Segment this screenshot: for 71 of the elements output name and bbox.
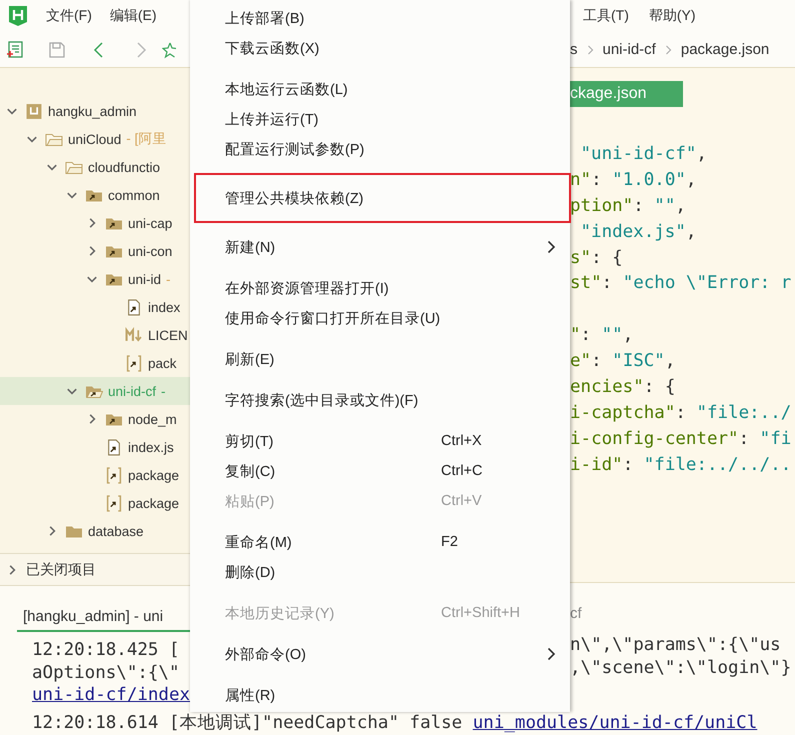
menu-item[interactable]: 在外部资源管理器打开(I) bbox=[190, 273, 570, 303]
breadcrumb-item[interactable]: uni-id-cf bbox=[602, 41, 656, 58]
code-line: st": "echo \"Error: r bbox=[570, 272, 792, 296]
breadcrumb-item[interactable]: s bbox=[570, 41, 578, 58]
breadcrumb-separator-icon bbox=[586, 44, 594, 54]
code-line: ption": "", bbox=[570, 194, 687, 218]
file-link[interactable]: uni_modules/uni-id-cf/uniCl bbox=[472, 713, 758, 733]
file-icon bbox=[125, 298, 143, 316]
tree-item[interactable]: common bbox=[0, 181, 190, 209]
tree-item[interactable]: cloudfunctio bbox=[0, 153, 190, 181]
breadcrumb-item[interactable]: package.json bbox=[680, 41, 770, 58]
tree-item[interactable]: package bbox=[0, 461, 190, 489]
file-icon bbox=[125, 354, 143, 372]
tree-item[interactable]: index bbox=[0, 293, 190, 321]
file-link[interactable]: uni-id-cf/index bbox=[32, 685, 190, 705]
menu-item[interactable]: 帮助(Y) bbox=[648, 7, 696, 25]
code-line: i-id": "file:../../.. bbox=[570, 454, 792, 477]
console-tab[interactable]: cf bbox=[570, 600, 795, 627]
code-line: s": { bbox=[570, 246, 624, 270]
code-line: n": "1.0.0", bbox=[570, 168, 698, 192]
code-line: i-captcha": "file:../ bbox=[570, 402, 792, 425]
tree-item[interactable]: uni-cap bbox=[0, 209, 190, 237]
menu-item[interactable]: 刷新(E) bbox=[190, 344, 570, 374]
menu-item[interactable]: 使用命令行窗口打开所在目录(U) bbox=[190, 303, 570, 333]
app-logo bbox=[8, 5, 28, 27]
tree-item[interactable]: uniCloud - [阿里 bbox=[0, 125, 190, 153]
tree-item[interactable]: hangku_admin bbox=[0, 97, 190, 125]
star-icon[interactable] bbox=[162, 40, 176, 58]
tree-item[interactable]: database bbox=[0, 517, 190, 545]
code-line: ": "", bbox=[570, 324, 634, 348]
menu-item[interactable]: 文件(F) bbox=[46, 7, 92, 25]
menu-item[interactable]: 编辑(E) bbox=[110, 7, 157, 25]
file-icon bbox=[105, 466, 123, 484]
file-icon bbox=[105, 494, 123, 512]
tree-item[interactable]: LICEN bbox=[0, 321, 190, 349]
log-text: 12:20:18.425 [ bbox=[32, 640, 180, 660]
code-line: encies": { bbox=[570, 376, 676, 400]
menu-item[interactable]: 删除(D) bbox=[190, 557, 570, 587]
menu-item[interactable]: 下载云函数(X) bbox=[190, 33, 570, 63]
new-file-icon[interactable] bbox=[6, 40, 24, 58]
menu-item[interactable]: 字符搜索(选中目录或文件)(F) bbox=[190, 385, 570, 415]
menu-item[interactable]: 工具(T) bbox=[583, 7, 629, 25]
menu-item[interactable]: 管理公共模块依赖(Z) bbox=[196, 183, 569, 213]
tree-item[interactable]: node_m bbox=[0, 405, 190, 433]
file-icon bbox=[105, 438, 123, 456]
code-line: "uni-id-cf", bbox=[580, 143, 708, 166]
menu-item[interactable]: 上传部署(B) bbox=[190, 3, 570, 33]
file-title-bar: ckage.json bbox=[570, 81, 683, 107]
log-text: aOptions\":{\" bbox=[32, 662, 180, 682]
markdown-icon bbox=[125, 326, 143, 344]
menu-item[interactable]: 上传并运行(T) bbox=[190, 104, 570, 134]
menu-item[interactable]: 本地运行云函数(L) bbox=[190, 74, 570, 104]
closed-projects[interactable]: 已关闭项目 bbox=[0, 553, 190, 586]
code-line: e": "ISC", bbox=[570, 350, 676, 374]
log-text: n\",\"params\":{\"us bbox=[570, 635, 781, 655]
tree-item[interactable]: uni-id - bbox=[0, 265, 190, 293]
code-line: i-config-center": "fi bbox=[570, 428, 792, 451]
project-icon bbox=[25, 102, 43, 120]
menu-item[interactable]: 新建(N) bbox=[190, 232, 570, 262]
menu-item[interactable]: 外部命令(O) bbox=[190, 639, 570, 669]
log-text: ,\"scene\":\"login\"} bbox=[570, 658, 792, 678]
menu-item[interactable]: 重命名(M) F2 bbox=[190, 527, 570, 557]
tree-item[interactable]: index.js bbox=[0, 433, 190, 461]
tree-item[interactable]: pack bbox=[0, 349, 190, 377]
code-line: "index.js", bbox=[580, 220, 698, 244]
tree-item[interactable]: uni-con bbox=[0, 237, 190, 265]
log-text: 12:20:18.614 [本地调试]"needCaptcha" false bbox=[32, 713, 464, 733]
menu-item[interactable]: 属性(R) bbox=[190, 680, 570, 710]
breadcrumb-separator-icon bbox=[664, 44, 672, 54]
menu-item[interactable]: 配置运行测试参数(P) bbox=[190, 134, 570, 164]
tree-item[interactable]: package bbox=[0, 489, 190, 517]
